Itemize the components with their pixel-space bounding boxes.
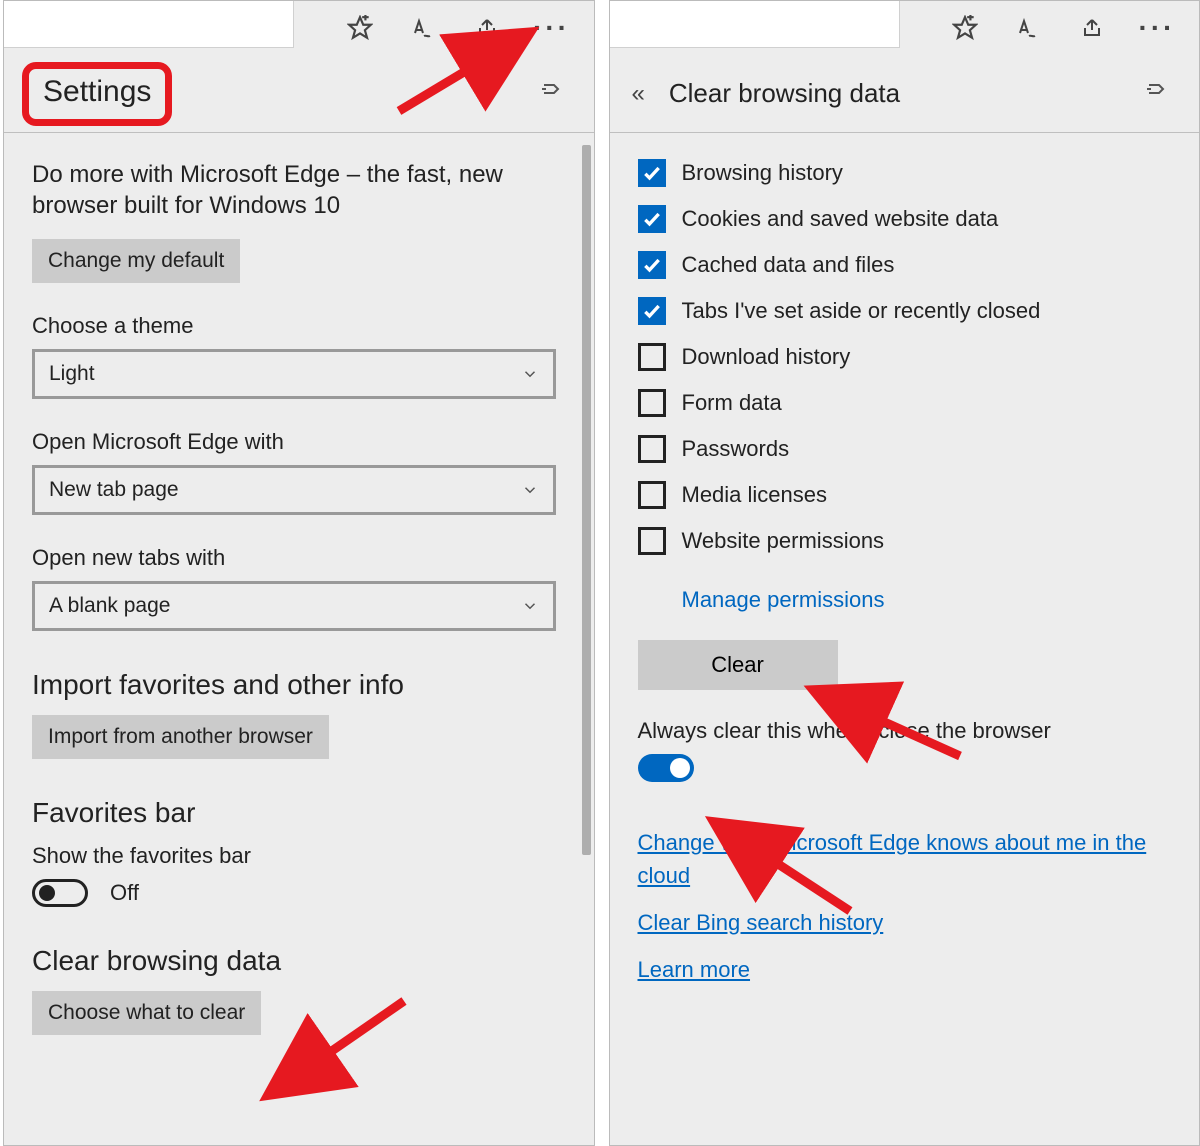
- checkbox-list: Browsing history Cookies and saved websit…: [638, 159, 1172, 555]
- favorites-icon[interactable]: [951, 14, 979, 42]
- address-bar[interactable]: [4, 1, 294, 48]
- checkbox[interactable]: [638, 527, 666, 555]
- settings-title: Settings: [43, 75, 151, 108]
- show-favbar-label: Show the favorites bar: [32, 843, 566, 869]
- pen-icon[interactable]: [410, 14, 438, 42]
- checkbox-row: Tabs I've set aside or recently closed: [638, 297, 1172, 325]
- theme-value: Light: [49, 362, 95, 386]
- settings-title-highlight: Settings: [22, 62, 172, 126]
- checkbox-row: Form data: [638, 389, 1172, 417]
- import-heading: Import favorites and other info: [32, 669, 566, 701]
- address-bar[interactable]: [610, 1, 900, 48]
- pin-icon[interactable]: [540, 77, 564, 106]
- pin-icon[interactable]: [1145, 77, 1169, 106]
- checkbox-row: Media licenses: [638, 481, 1172, 509]
- checkbox[interactable]: [638, 159, 666, 187]
- checkbox[interactable]: [638, 435, 666, 463]
- manage-permissions-link[interactable]: Manage permissions: [682, 583, 885, 616]
- share-icon[interactable]: [474, 14, 502, 42]
- checkbox-label: Download history: [682, 344, 851, 370]
- checkbox-label: Browsing history: [682, 160, 843, 186]
- new-tabs-select[interactable]: A blank page: [32, 581, 556, 631]
- settings-scroll-area: Do more with Microsoft Edge – the fast, …: [4, 137, 594, 1145]
- theme-select[interactable]: Light: [32, 349, 556, 399]
- clear-data-title: Clear browsing data: [669, 78, 900, 109]
- chevron-down-icon: [521, 481, 539, 499]
- checkbox-label: Passwords: [682, 436, 790, 462]
- open-with-select[interactable]: New tab page: [32, 465, 556, 515]
- checkbox-row: Website permissions: [638, 527, 1172, 555]
- favorites-icon[interactable]: [346, 14, 374, 42]
- checkbox-row: Browsing history: [638, 159, 1172, 187]
- checkbox-row: Passwords: [638, 435, 1172, 463]
- learn-more-link[interactable]: Learn more: [638, 953, 751, 986]
- checkbox-label: Media licenses: [682, 482, 828, 508]
- scrollbar-thumb[interactable]: [582, 145, 591, 855]
- show-favbar-state: Off: [110, 880, 139, 906]
- always-clear-label: Always clear this when I close the brows…: [638, 718, 1172, 744]
- checkbox[interactable]: [638, 251, 666, 279]
- chevron-down-icon: [521, 597, 539, 615]
- more-icon[interactable]: ···: [1143, 14, 1171, 42]
- clear-browsing-data-panel: ··· « Clear browsing data Browsing histo…: [609, 0, 1200, 1146]
- checkbox-label: Form data: [682, 390, 782, 416]
- clear-button[interactable]: Clear: [638, 640, 838, 690]
- checkbox-label: Tabs I've set aside or recently closed: [682, 298, 1041, 324]
- checkbox[interactable]: [638, 297, 666, 325]
- open-with-label: Open Microsoft Edge with: [32, 429, 566, 455]
- toolbar: ···: [4, 1, 594, 55]
- new-tabs-value: A blank page: [49, 594, 170, 618]
- promo-text: Do more with Microsoft Edge – the fast, …: [32, 159, 552, 221]
- cloud-link[interactable]: Change what Microsoft Edge knows about m…: [638, 826, 1158, 892]
- theme-label: Choose a theme: [32, 313, 566, 339]
- checkbox[interactable]: [638, 343, 666, 371]
- settings-panel: ··· Settings Do more with Microsoft Edge…: [3, 0, 595, 1146]
- clear-data-header: « Clear browsing data: [610, 55, 1200, 133]
- checkbox-label: Cookies and saved website data: [682, 206, 999, 232]
- back-button[interactable]: «: [632, 80, 645, 108]
- change-default-button[interactable]: Change my default: [32, 239, 240, 283]
- checkbox-row: Download history: [638, 343, 1172, 371]
- share-icon[interactable]: [1079, 14, 1107, 42]
- checkbox-label: Website permissions: [682, 528, 885, 554]
- choose-what-to-clear-button[interactable]: Choose what to clear: [32, 991, 261, 1035]
- show-favbar-toggle[interactable]: [32, 879, 88, 907]
- bing-history-link[interactable]: Clear Bing search history: [638, 906, 884, 939]
- toolbar: ···: [610, 1, 1200, 55]
- clear-data-heading: Clear browsing data: [32, 945, 566, 977]
- checkbox[interactable]: [638, 205, 666, 233]
- always-clear-toggle[interactable]: [638, 754, 694, 782]
- more-icon[interactable]: ···: [538, 14, 566, 42]
- chevron-down-icon: [521, 365, 539, 383]
- open-with-value: New tab page: [49, 478, 179, 502]
- favorites-bar-heading: Favorites bar: [32, 797, 566, 829]
- checkbox[interactable]: [638, 481, 666, 509]
- checkbox-label: Cached data and files: [682, 252, 895, 278]
- import-button[interactable]: Import from another browser: [32, 715, 329, 759]
- checkbox-row: Cookies and saved website data: [638, 205, 1172, 233]
- new-tabs-label: Open new tabs with: [32, 545, 566, 571]
- checkbox-row: Cached data and files: [638, 251, 1172, 279]
- settings-header: Settings: [4, 55, 594, 133]
- checkbox[interactable]: [638, 389, 666, 417]
- pen-icon[interactable]: [1015, 14, 1043, 42]
